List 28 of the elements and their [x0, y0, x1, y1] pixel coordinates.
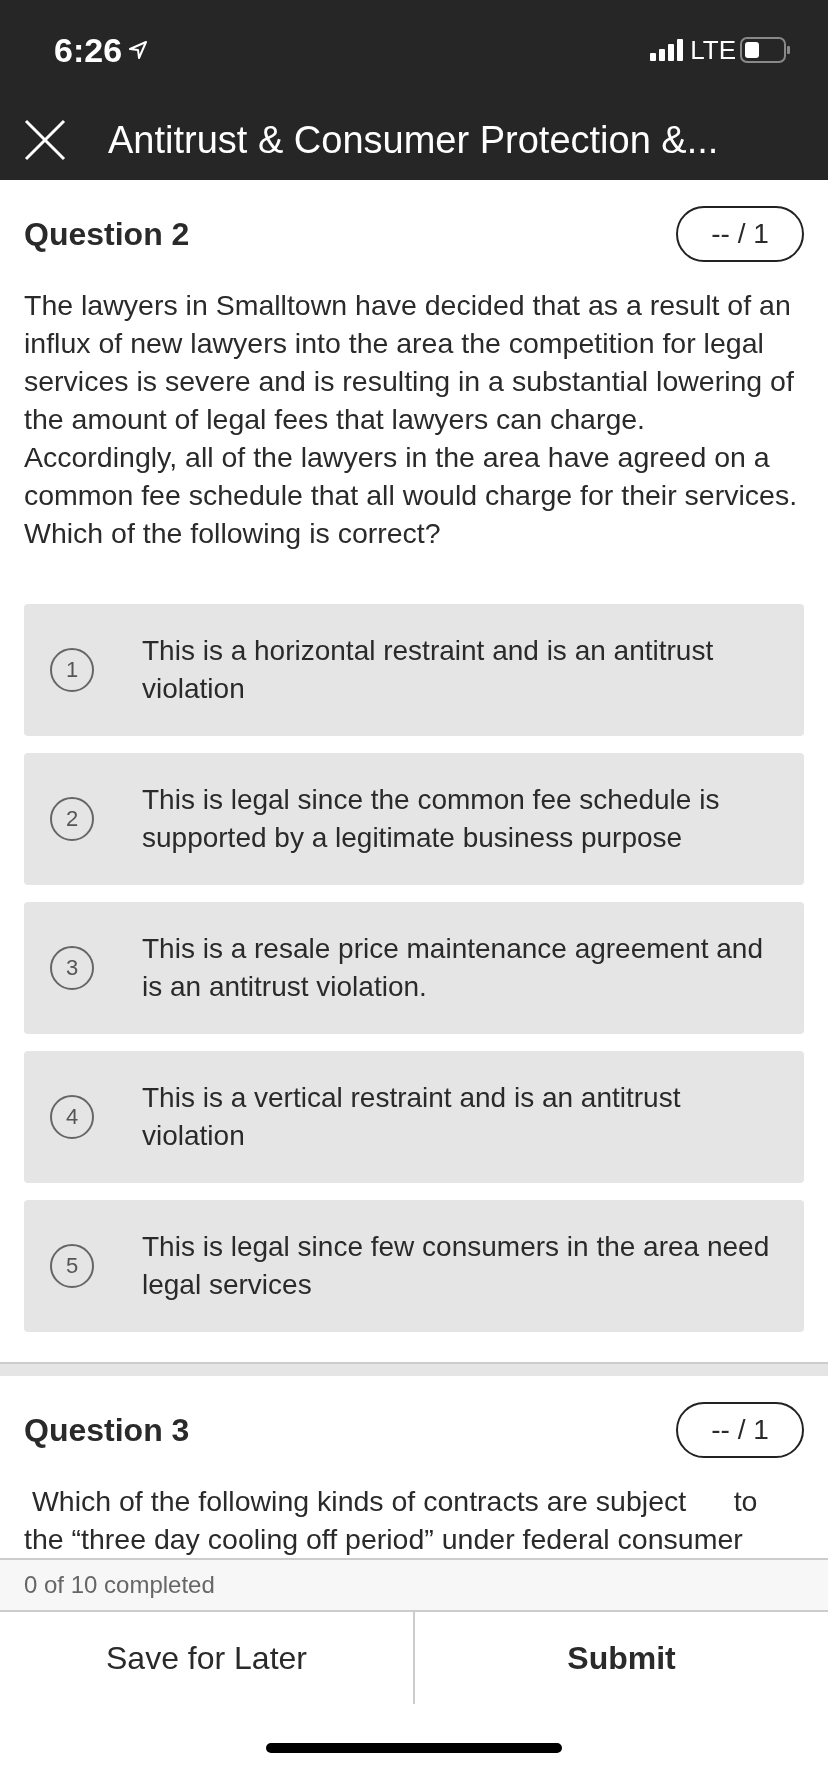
network-type: LTE: [690, 34, 736, 66]
option-text: This is legal since the common fee schedule is supported by a legitimate business purpose: [142, 783, 721, 855]
option-number: 5: [50, 1244, 94, 1288]
course-title: Antitrust & Consumer Protection &...: [108, 118, 719, 162]
question-title: Question 3: [24, 1411, 190, 1449]
option-text: This is a horizontal restraint and is an antitrust violation: [142, 634, 715, 706]
answer-option[interactable]: 4 This is a vertical restraint and is an antitrust violation: [24, 1051, 804, 1183]
question-title: Question 2: [24, 215, 190, 253]
score-badge: -- / 1: [676, 1402, 804, 1458]
score-badge: -- / 1: [676, 206, 804, 262]
option-text: This is a resale price maintenance agreement and is an antitrust violation.: [142, 932, 764, 1004]
clock-time: 6:26: [54, 30, 123, 70]
option-number: 3: [50, 946, 94, 990]
option-number: 4: [50, 1095, 94, 1139]
progress-text: 0 of 10 completed: [24, 1571, 215, 1599]
battery-icon: [740, 37, 790, 63]
question-text: The lawyers in Smalltown have decided that as a result of an influx of new lawyers into the area the competition for legal services is severe and is resulting in a substantial lowering of the amount of legal fees that lawyers can charge. Accordingly, all of the lawyers in the area have agreed on a common fee schedule that all would charge for their services. Which of the following is correct?: [24, 288, 799, 551]
answer-option[interactable]: 5 This is legal since few consumers in the area need legal services: [24, 1200, 804, 1332]
answer-option[interactable]: 3 This is a resale price maintenance agreement and is an antitrust violation.: [24, 902, 804, 1034]
question-text: Which of the following kinds of contracts are subject to the “three day cooling off period” under federal consumer: [24, 1484, 759, 1557]
answer-option[interactable]: 2 This is legal since the common fee schedule is supported by a legitimate business purpose: [24, 753, 804, 885]
answer-option[interactable]: 1 This is a horizontal restraint and is an antitrust violation: [24, 604, 804, 736]
option-number: 1: [50, 648, 94, 692]
option-text: This is legal since few consumers in the area need legal services: [142, 1230, 771, 1302]
location-arrow-icon: [128, 40, 149, 60]
option-text: This is a vertical restraint and is an antitrust violation: [142, 1081, 682, 1153]
close-icon[interactable]: [24, 119, 66, 161]
option-number: 2: [50, 797, 94, 841]
